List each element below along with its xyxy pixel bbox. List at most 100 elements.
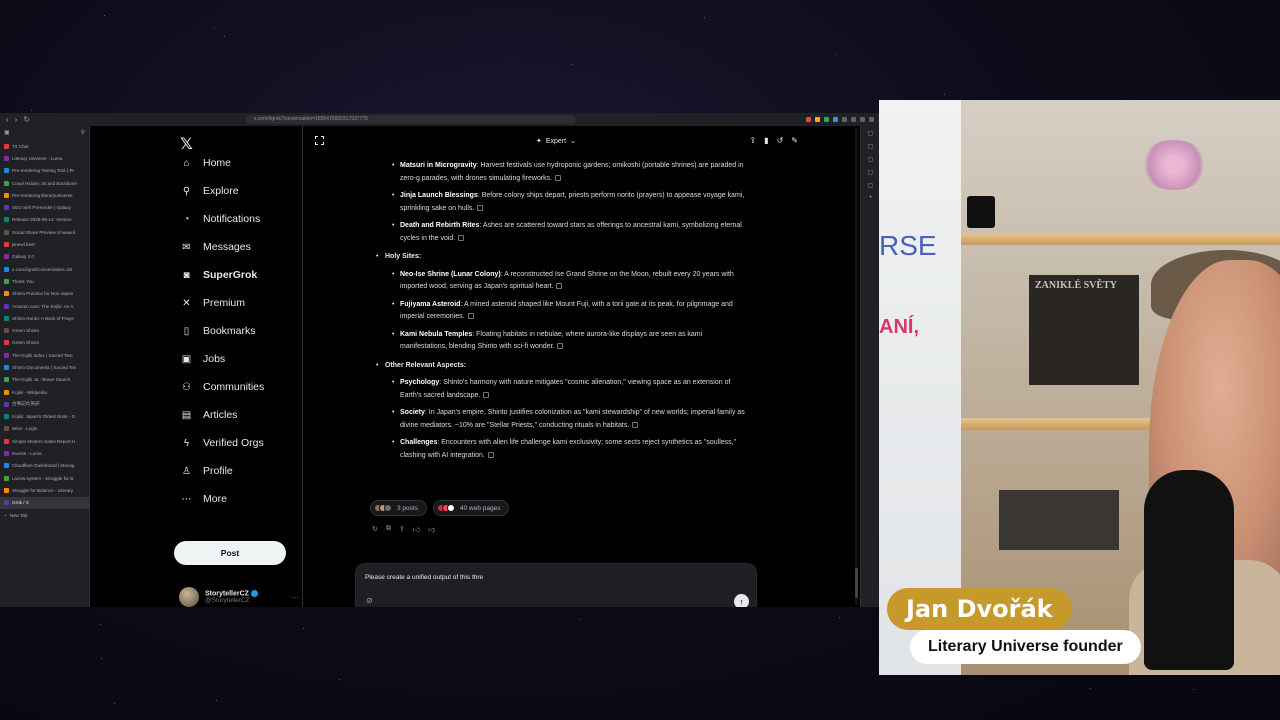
- browser-tab[interactable]: The Kojiki Index | Sacred Text: [0, 349, 89, 361]
- account-switcher[interactable]: StorytellerCZ @StorytellerCZ ···: [179, 587, 299, 607]
- browser-tab[interactable]: Thank You: [0, 275, 89, 287]
- citation-icon[interactable]: [556, 283, 563, 290]
- back-icon[interactable]: ‹: [6, 115, 9, 124]
- side-panel-icon[interactable]: ▢: [868, 130, 874, 137]
- citation-icon[interactable]: [555, 174, 562, 181]
- citation-icon[interactable]: [557, 343, 564, 350]
- browser-tab[interactable]: Lazow system - Struggle for B: [0, 472, 89, 484]
- citation-icon[interactable]: [487, 451, 494, 458]
- address-bar[interactable]: x.com/i/grok?conversation=18954768203179…: [246, 115, 577, 124]
- browser-tab[interactable]: Kojiki - Wikipedia: [0, 386, 89, 398]
- browser-tab[interactable]: Events - Luma: [0, 447, 89, 459]
- favicon-icon: [4, 315, 9, 321]
- browser-tab[interactable]: Grok / X: [0, 496, 89, 509]
- regenerate-icon[interactable]: ↻: [372, 525, 378, 534]
- citation-icon[interactable]: [483, 391, 490, 398]
- search-tabs-icon[interactable]: ⚲: [81, 129, 85, 136]
- browser-tab[interactable]: Pre-rendering Testing Tool | Te: [0, 165, 89, 177]
- message-composer[interactable]: Please create a unified output of this t…: [355, 563, 757, 607]
- nav-item-supergrok[interactable]: ◙ SuperGrok: [180, 267, 257, 283]
- post-button[interactable]: Post: [174, 541, 286, 565]
- nav-item-more[interactable]: ⋯ More: [180, 491, 227, 507]
- nav-item-profile[interactable]: ♙ Profile: [180, 463, 233, 479]
- scrollbar[interactable]: [855, 128, 858, 605]
- browser-tab[interactable]: Green Shinto: [0, 324, 89, 336]
- posts-sources-chip[interactable]: 3 posts: [370, 500, 427, 516]
- nav-item-messages[interactable]: ✉ Messages: [180, 239, 251, 255]
- browser-tab[interactable]: Simple Modern Sales Report H: [0, 435, 89, 447]
- browser-tab[interactable]: SEO with Prerender | Galaxy: [0, 201, 89, 213]
- tab-panel-icon[interactable]: ▣: [4, 129, 10, 136]
- nav-item-jobs[interactable]: ▣ Jobs: [180, 351, 225, 367]
- browser-tab[interactable]: Cloudflare Dashboard | Manag: [0, 460, 89, 472]
- add-icon[interactable]: +: [869, 195, 873, 201]
- extension-icon[interactable]: [815, 117, 820, 122]
- nav-item-communities[interactable]: ⚇ Communities: [180, 379, 264, 395]
- star: [943, 93, 945, 95]
- browser-tab[interactable]: T3 Chat: [0, 140, 89, 152]
- side-panel-icon[interactable]: ▢: [868, 182, 874, 189]
- composer-input[interactable]: Please create a unified output of this t…: [365, 574, 483, 581]
- browser-tab[interactable]: jsnewl.best: [0, 238, 89, 250]
- browser-tab[interactable]: The Kojiki Ja - Brave Search: [0, 374, 89, 386]
- side-panel-icon[interactable]: ▢: [868, 169, 874, 176]
- citation-icon[interactable]: [477, 204, 484, 211]
- x-logo-icon[interactable]: 𝕏: [180, 134, 193, 154]
- citation-icon[interactable]: [632, 421, 639, 428]
- reload-icon[interactable]: ↻: [23, 115, 30, 124]
- browser-tab[interactable]: Literary Universe - Luma: [0, 152, 89, 164]
- nav-item-verified-orgs[interactable]: ϟ Verified Orgs: [180, 435, 264, 451]
- nav-item-home[interactable]: ⌂ Home: [180, 155, 231, 171]
- list-item: Neo-Ise Shrine (Lunar Colony): A reconst…: [376, 269, 746, 294]
- extension-icon[interactable]: [824, 117, 829, 122]
- side-panel-icon[interactable]: ▢: [868, 143, 874, 150]
- extension-icon[interactable]: [842, 117, 847, 122]
- nav-item-articles[interactable]: ▤ Articles: [180, 407, 238, 423]
- response-actions: ↻ ⧉ ⇪ 👍︎ 👎︎: [372, 525, 435, 534]
- nav-item-notifications[interactable]: ◔ Notifications: [180, 211, 260, 227]
- more-options-icon[interactable]: ···: [291, 593, 299, 602]
- browser-tab[interactable]: Crawl Hidden JS and Backbone: [0, 177, 89, 189]
- mode-selector[interactable]: ✦ Expert ⌄: [536, 137, 576, 146]
- browser-tab[interactable]: Release 2025-08-14: Version: [0, 214, 89, 226]
- bookmark-icon[interactable]: ▮: [764, 136, 768, 145]
- nav-item-explore[interactable]: ⚲ Explore: [180, 183, 239, 199]
- attach-icon[interactable]: ⊘: [366, 596, 373, 605]
- nav-item-bookmarks[interactable]: ▯ Bookmarks: [180, 323, 256, 339]
- nav-item-premium[interactable]: ✕ Premium: [180, 295, 245, 311]
- citation-icon[interactable]: [467, 313, 474, 320]
- extension-icon[interactable]: [833, 117, 838, 122]
- share-icon[interactable]: ⇪: [749, 136, 756, 145]
- browser-tab[interactable]: Struggle for Balance - Literary: [0, 484, 89, 496]
- browser-tab[interactable]: Shinto Practice for Non-Japan: [0, 288, 89, 300]
- browser-tab[interactable]: Kojiki: Japan's Oldest Book - G: [0, 411, 89, 423]
- browser-tab[interactable]: Shinto Documents | Sacred Tex: [0, 361, 89, 373]
- thumbs-down-icon[interactable]: 👎︎: [428, 525, 435, 534]
- edit-icon[interactable]: ✎: [791, 136, 798, 145]
- thumbs-up-icon[interactable]: 👍︎: [413, 525, 420, 534]
- citation-icon[interactable]: [458, 234, 465, 241]
- browser-tab[interactable]: Amazon.com: The Kojiki: An A: [0, 300, 89, 312]
- extension-icon[interactable]: [851, 117, 856, 122]
- history-icon[interactable]: ↺: [777, 136, 784, 145]
- forward-icon[interactable]: ›: [15, 115, 18, 124]
- share-icon[interactable]: ⇪: [399, 525, 405, 534]
- copy-icon[interactable]: ⧉: [386, 525, 391, 534]
- send-button[interactable]: ↑: [734, 594, 749, 607]
- browser-tab[interactable]: Wise - Login: [0, 423, 89, 435]
- extension-icon[interactable]: [860, 117, 865, 122]
- browser-tab[interactable]: Pre-rendering literaryuniverse: [0, 189, 89, 201]
- browser-tab[interactable]: 古事記の英訳: [0, 398, 89, 410]
- browser-tab[interactable]: Green Shinto: [0, 337, 89, 349]
- extension-icon[interactable]: [806, 117, 811, 122]
- browser-tab[interactable]: Shinto Norito: A Book of Praye: [0, 312, 89, 324]
- menu-icon[interactable]: [869, 117, 874, 122]
- new-tab-button[interactable]: + New Tab: [0, 509, 89, 521]
- list-item: Jinja Launch Blessings: Before colony sh…: [376, 190, 746, 215]
- browser-tab[interactable]: x.com/i/grok/conversation=18: [0, 263, 89, 275]
- web-sources-chip[interactable]: 40 web pages: [432, 500, 510, 516]
- side-panel-icon[interactable]: ▢: [868, 156, 874, 163]
- browser-tab[interactable]: Social Share Preview of www.li: [0, 226, 89, 238]
- expand-icon[interactable]: [315, 136, 324, 145]
- browser-tab[interactable]: Galaxy 2.0: [0, 251, 89, 263]
